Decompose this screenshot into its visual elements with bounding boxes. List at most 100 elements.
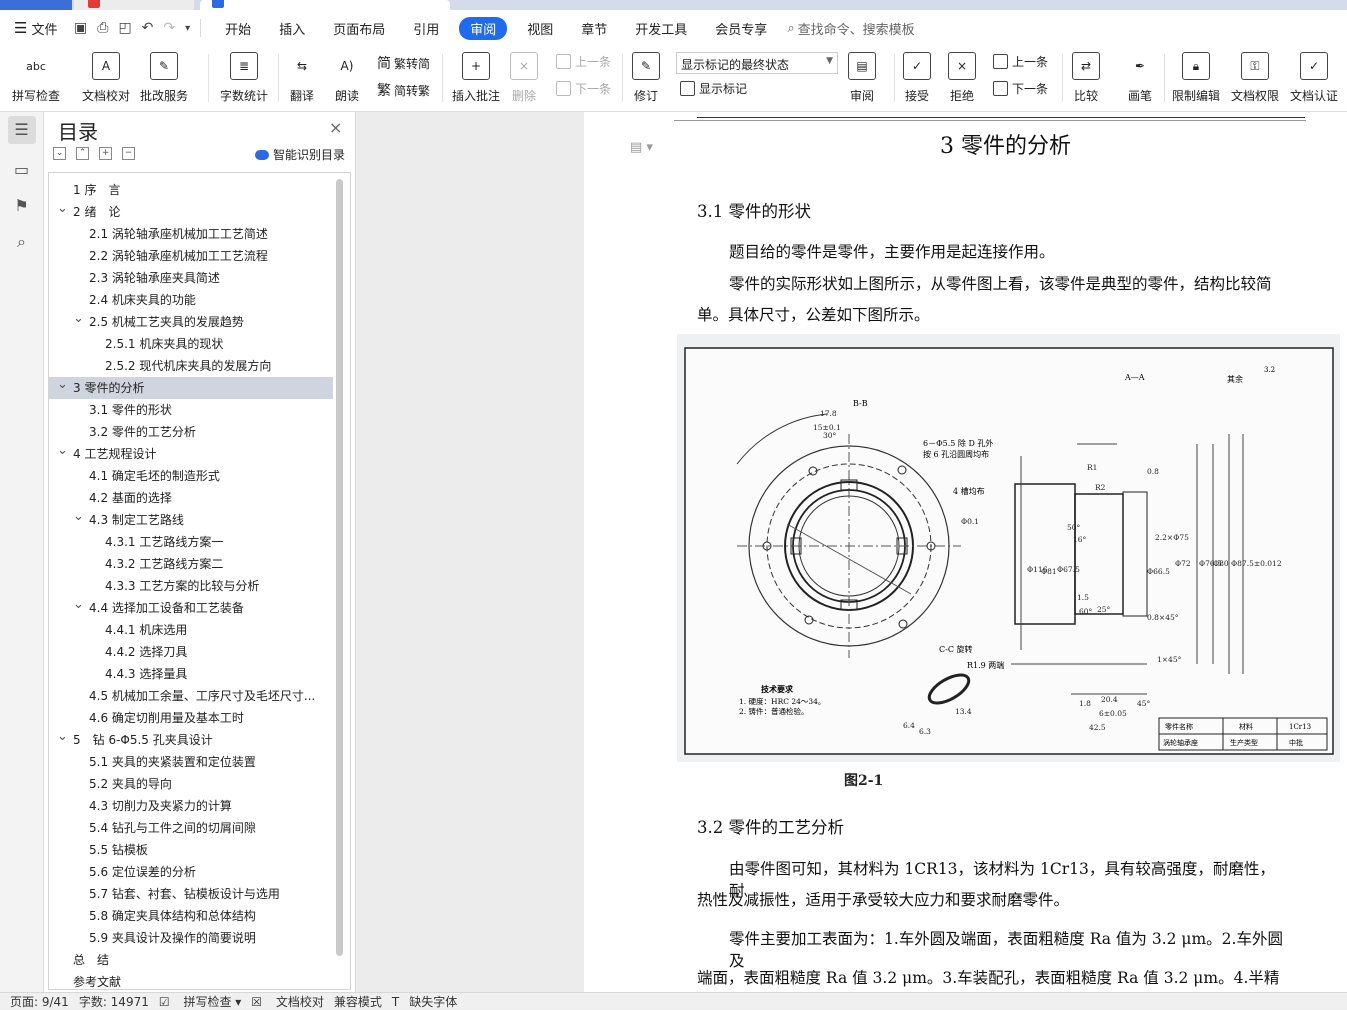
print-icon[interactable]: ⎙: [97, 20, 108, 36]
file-menu[interactable]: ☰ 文件: [0, 19, 68, 38]
toc-item[interactable]: 3.1 零件的形状: [49, 399, 333, 421]
page-indicator[interactable]: 页面: 9/41: [10, 993, 69, 1010]
remove-entry-icon[interactable]: −: [122, 147, 135, 160]
close-icon[interactable]: ×: [329, 118, 342, 137]
spell-check-status[interactable]: ☑ 拼写检查 ▾: [159, 993, 241, 1010]
toc-item[interactable]: 5.7 钻套、衬套、钻模板设计与选用: [49, 883, 333, 905]
menu-insert[interactable]: 插入: [279, 19, 305, 38]
toc-item[interactable]: 2.2 涡轮轴承座机械加工工艺流程: [49, 245, 333, 267]
ai-toc-button[interactable]: 智能识别目录: [255, 146, 345, 163]
toc-item[interactable]: 5.6 定位误差的分析: [49, 861, 333, 883]
toc-scrollbar[interactable]: [336, 179, 343, 956]
toc-item[interactable]: 4.3.3 工艺方案的比较与分析: [49, 575, 333, 597]
menu-member[interactable]: 会员专享: [715, 19, 767, 38]
collapse-all-icon[interactable]: ⌄: [53, 147, 66, 160]
show-markup-button[interactable]: 显示标记: [680, 80, 747, 97]
toc-item[interactable]: 4.4.2 选择刀具: [49, 641, 333, 663]
menu-sections[interactable]: 章节: [581, 19, 607, 38]
trad-to-simp-button[interactable]: 简繁转简: [377, 53, 430, 73]
toc-item[interactable]: ⌄ 4.4 选择加工设备和工艺装备: [49, 597, 333, 619]
prev-comment-button[interactable]: 上一条: [556, 53, 611, 70]
doc-auth-button[interactable]: ✓ 文档认证: [1290, 46, 1338, 110]
menu-review[interactable]: 审阅: [459, 16, 508, 40]
restrict-edit-button[interactable]: 🔒︎ 限制编辑: [1172, 46, 1220, 110]
bookmark-icon[interactable]: ⚑: [12, 196, 32, 216]
word-count-indicator[interactable]: 字数: 14971: [79, 993, 149, 1010]
reject-button[interactable]: × 拒绝: [948, 46, 976, 110]
save-icon[interactable]: ▣: [74, 20, 87, 36]
translate-button[interactable]: ⇆ 翻译: [288, 46, 316, 110]
toc-item[interactable]: 5.2 夹具的导向: [49, 773, 333, 795]
menu-references[interactable]: 引用: [413, 19, 439, 38]
toc-item[interactable]: 4.4.3 选择量具: [49, 663, 333, 685]
chevron-down-icon[interactable]: ⌄: [73, 509, 84, 528]
menu-page-layout[interactable]: 页面布局: [333, 19, 385, 38]
compare-button[interactable]: ⇄ 比较: [1072, 46, 1100, 110]
doc-proof-status[interactable]: ☒ 文档校对: [251, 993, 324, 1010]
ink-button[interactable]: ✒ 画笔: [1126, 46, 1154, 110]
chevron-down-icon[interactable]: ⌄: [73, 311, 84, 330]
toc-item[interactable]: ⌄ 5 钻 6-Φ5.5 孔夹具设计: [49, 729, 333, 751]
toc-item[interactable]: 5.9 夹具设计及操作的简要说明: [49, 927, 333, 949]
toc-item[interactable]: 5.4 钻孔与工件之间的切屑间隙: [49, 817, 333, 839]
toc-item[interactable]: 4.5 机械加工余量、工序尺寸及毛坯尺寸...: [49, 685, 333, 707]
simp-to-trad-button[interactable]: 繁简转繁: [377, 80, 430, 100]
next-comment-button[interactable]: 下一条: [556, 80, 611, 97]
chevron-down-icon[interactable]: ⌄: [57, 729, 68, 748]
find-icon[interactable]: ⌕: [12, 232, 32, 252]
toc-item[interactable]: 4.4.1 机床选用: [49, 619, 333, 641]
chevron-down-icon[interactable]: ⌄: [57, 377, 68, 396]
toc-item[interactable]: 4.2 基面的选择: [49, 487, 333, 509]
markup-view-select[interactable]: 显示标记的最终状态 ▼: [676, 52, 838, 74]
chevron-down-icon[interactable]: ⌄: [57, 201, 68, 220]
toc-item[interactable]: 2.3 涡轮轴承座夹具简述: [49, 267, 333, 289]
track-changes-button[interactable]: ✎ 修订: [632, 46, 660, 110]
redo-icon[interactable]: ↷: [163, 20, 175, 36]
toc-item[interactable]: 2.5.2 现代机床夹具的发展方向: [49, 355, 333, 377]
spell-check-button[interactable]: abc 拼写检查: [12, 46, 60, 110]
toc-item[interactable]: ⌄ 4.3 制定工艺路线: [49, 509, 333, 531]
word-count-button[interactable]: ≣ 字数统计: [220, 46, 268, 110]
undo-icon[interactable]: ↶: [142, 20, 154, 36]
toc-item[interactable]: 4.3.1 工艺路线方案一: [49, 531, 333, 553]
menu-home[interactable]: 开始: [225, 19, 251, 38]
doc-proof-button[interactable]: A 文档校对: [82, 46, 130, 110]
doc-rights-button[interactable]: ⚿ 文档权限: [1231, 46, 1279, 110]
insert-comment-button[interactable]: + 插入批注: [452, 46, 500, 110]
toc-item[interactable]: 2.5.1 机床夹具的现状: [49, 333, 333, 355]
toc-item[interactable]: ⌄ 4 工艺规程设计: [49, 443, 333, 465]
read-aloud-button[interactable]: A) 朗读: [333, 46, 361, 110]
toc-item[interactable]: 5.8 确定夹具体结构和总体结构: [49, 905, 333, 927]
toc-item[interactable]: 4.3.2 工艺路线方案二: [49, 553, 333, 575]
quick-access-dropdown-icon[interactable]: ▾: [185, 23, 190, 34]
toc-item[interactable]: 参考文献: [49, 971, 333, 989]
command-search[interactable]: ⌕ 查找命令、搜索模板: [787, 19, 914, 38]
toc-item[interactable]: ⌄ 2 绪 论: [49, 201, 333, 223]
chevron-down-icon[interactable]: ⌄: [57, 443, 68, 462]
prev-change-button[interactable]: 上一条: [993, 53, 1048, 70]
delete-comment-button[interactable]: × 删除: [510, 46, 538, 110]
home-tab[interactable]: [0, 0, 72, 10]
toc-item[interactable]: 总 结: [49, 949, 333, 971]
toc-item[interactable]: 4.3 切削力及夹紧力的计算: [49, 795, 333, 817]
accept-button[interactable]: ✓ 接受: [903, 46, 931, 110]
menu-view[interactable]: 视图: [527, 19, 553, 38]
toc-item[interactable]: 5.1 夹具的夹紧装置和定位装置: [49, 751, 333, 773]
toc-item[interactable]: 5.5 钻模板: [49, 839, 333, 861]
toc-item[interactable]: 3.2 零件的工艺分析: [49, 421, 333, 443]
expand-all-icon[interactable]: ⌃: [76, 147, 89, 160]
document-tab-active[interactable]: [200, 0, 450, 10]
chapter-nav-icon[interactable]: ▭: [12, 160, 32, 180]
toc-item[interactable]: 4.1 确定毛坯的制造形式: [49, 465, 333, 487]
toc-item[interactable]: 2.1 涡轮轴承座机械加工工艺简述: [49, 223, 333, 245]
toc-item[interactable]: ⌄ 3 零件的分析: [49, 377, 333, 399]
menu-developer[interactable]: 开发工具: [635, 19, 687, 38]
chevron-down-icon[interactable]: ⌄: [73, 597, 84, 616]
next-change-button[interactable]: 下一条: [993, 80, 1048, 97]
review-pane-button[interactable]: ▤ 审阅: [848, 46, 876, 110]
toc-item[interactable]: 2.4 机床夹具的功能: [49, 289, 333, 311]
comment-service-button[interactable]: ✎ 批改服务: [140, 46, 188, 110]
toc-nav-icon[interactable]: ☰: [7, 116, 36, 144]
document-tab-1[interactable]: [74, 0, 194, 10]
toc-item[interactable]: 4.6 确定切削用量及基本工时: [49, 707, 333, 729]
